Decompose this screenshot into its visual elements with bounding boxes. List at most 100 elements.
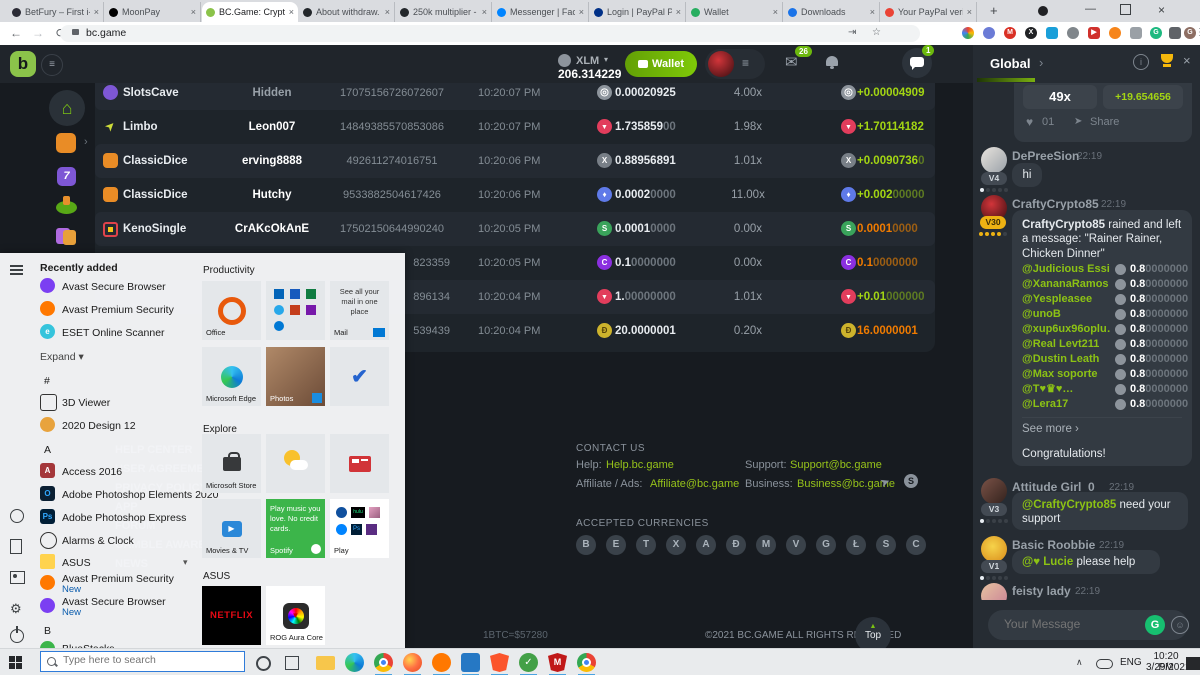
user-account-icon[interactable] bbox=[10, 509, 24, 523]
pictures-icon[interactable] bbox=[10, 571, 25, 584]
section-letter[interactable]: B bbox=[44, 625, 51, 637]
taskbar-search-box[interactable] bbox=[40, 651, 245, 672]
x-extension-icon[interactable]: X bbox=[1025, 27, 1037, 39]
kebab-menu-icon[interactable]: ⋮ bbox=[1195, 27, 1200, 38]
tab-search-icon[interactable] bbox=[1038, 6, 1048, 16]
menu-toggle-icon[interactable]: ≡ bbox=[41, 54, 63, 76]
user-avatar[interactable] bbox=[708, 51, 734, 77]
edge-icon[interactable] bbox=[345, 653, 364, 672]
new-tab-button[interactable]: + bbox=[990, 3, 998, 18]
red-m-extension-icon[interactable]: M bbox=[1004, 27, 1016, 39]
start-menu-item[interactable]: Access 2016 bbox=[62, 466, 122, 478]
lottery-icon[interactable] bbox=[56, 201, 77, 214]
rain-recipient[interactable]: @T♥♛♥… bbox=[1022, 382, 1073, 397]
start-menu-item[interactable]: 2020 Design 12 bbox=[62, 420, 136, 432]
url-text[interactable]: bc.game bbox=[86, 27, 126, 39]
documents-icon[interactable] bbox=[10, 539, 22, 554]
start-menu-item[interactable]: Adobe Photoshop Express bbox=[62, 512, 186, 524]
emoji-icon[interactable]: ☺ bbox=[1171, 616, 1189, 634]
tile-mail[interactable]: See all your mail in one place Mail bbox=[330, 281, 389, 340]
game-name[interactable]: Limbo bbox=[123, 110, 158, 144]
rain-recipient[interactable]: @Real Levt211 bbox=[1022, 337, 1099, 352]
tab-close-icon[interactable]: × bbox=[676, 7, 681, 17]
skype-icon[interactable]: S bbox=[904, 474, 918, 488]
tile-movies-tv[interactable]: ▶ Movies & TV bbox=[202, 499, 261, 558]
message-input[interactable] bbox=[1002, 616, 1136, 632]
tab-close-icon[interactable]: × bbox=[579, 7, 584, 17]
section-letter[interactable]: A bbox=[44, 444, 51, 456]
chat-username[interactable]: DePreeSion bbox=[1012, 149, 1079, 163]
mcafee-icon[interactable]: M bbox=[548, 653, 567, 672]
puzzle-extensions-icon[interactable] bbox=[1169, 27, 1181, 39]
rain-recipient[interactable]: @Judicious Essie bbox=[1022, 262, 1110, 277]
tile-news[interactable] bbox=[330, 434, 389, 493]
tab-global[interactable]: Global bbox=[990, 56, 1030, 71]
mention[interactable]: @♥ Lucie bbox=[1022, 556, 1073, 568]
avast-icon[interactable] bbox=[432, 653, 451, 672]
send-to-device-icon[interactable]: ⇥ bbox=[848, 27, 856, 38]
rain-recipient[interactable]: @XananaRamos bbox=[1022, 277, 1109, 292]
close-icon[interactable]: × bbox=[1183, 53, 1191, 68]
chrome-icon[interactable] bbox=[374, 653, 393, 672]
start-menu-item[interactable]: Adobe Photoshop Elements 2020 bbox=[62, 489, 218, 501]
window-maximize-button[interactable] bbox=[1120, 4, 1131, 15]
avatar[interactable] bbox=[981, 478, 1007, 504]
rain-recipient[interactable]: @xup6ux96oplu… bbox=[1022, 322, 1110, 337]
message-input-wrap[interactable]: G ☺ bbox=[988, 610, 1188, 640]
bookmark-star-icon[interactable]: ☆ bbox=[872, 27, 881, 38]
power-icon[interactable] bbox=[10, 629, 24, 643]
mail-icon[interactable]: ✉ bbox=[785, 53, 798, 71]
tab-close-icon[interactable]: × bbox=[191, 7, 196, 17]
game-name[interactable]: ClassicDice bbox=[123, 178, 188, 212]
browser-tab[interactable]: Downloads× bbox=[784, 2, 880, 22]
window-close-button[interactable]: × bbox=[1158, 3, 1165, 17]
profile-group[interactable]: ≡ bbox=[705, 49, 765, 79]
chat-username[interactable]: CraftyCrypto85 bbox=[1012, 197, 1099, 211]
bcgame-logo[interactable]: b bbox=[10, 51, 36, 77]
browser-tab[interactable]: About withdraw. | B× bbox=[299, 2, 395, 22]
browser-tab[interactable]: Messenger | Faceb× bbox=[493, 2, 589, 22]
tab-close-icon[interactable]: × bbox=[289, 7, 294, 17]
browser-tab-active[interactable]: BC.Game: Crypto C× bbox=[202, 2, 298, 22]
tab-close-icon[interactable]: × bbox=[967, 7, 972, 17]
browser-tab[interactable]: 250k multiplier - S× bbox=[396, 2, 492, 22]
chat-username[interactable]: feisty lady bbox=[1012, 584, 1071, 598]
avatar[interactable] bbox=[981, 147, 1007, 173]
clock-date[interactable]: 3/29/2021 bbox=[1146, 662, 1186, 673]
menu-expand-icon[interactable] bbox=[10, 263, 23, 277]
tile-office[interactable]: Office bbox=[202, 281, 261, 340]
task-view-icon[interactable] bbox=[285, 656, 299, 670]
tile-netflix[interactable]: NETFLIX bbox=[202, 586, 261, 645]
flower-extension-icon[interactable] bbox=[962, 27, 974, 39]
chrome-profile-icon[interactable] bbox=[577, 653, 596, 672]
section-letter[interactable]: # bbox=[44, 375, 50, 387]
file-explorer-icon[interactable] bbox=[316, 656, 335, 670]
chevron-down-icon[interactable]: ▾ bbox=[604, 55, 608, 64]
start-menu-item[interactable]: ESET Online Scanner bbox=[62, 327, 165, 339]
player-name[interactable]: Leon007 bbox=[212, 110, 332, 144]
coin-tip-icon[interactable]: G bbox=[1145, 615, 1165, 635]
start-button[interactable] bbox=[9, 656, 22, 669]
start-menu-item[interactable]: Avast Premium Security bbox=[62, 304, 174, 316]
support-link[interactable]: Support@bc.game bbox=[790, 459, 882, 471]
tile-photos[interactable]: Photos bbox=[266, 347, 325, 406]
firefox-icon[interactable] bbox=[403, 653, 422, 672]
start-menu-item[interactable]: 3D Viewer bbox=[62, 397, 110, 409]
home-icon[interactable]: ⌂ bbox=[49, 90, 85, 126]
player-name[interactable]: erving8888 bbox=[212, 144, 332, 178]
green-g-extension-icon[interactable]: G bbox=[1150, 27, 1162, 39]
pointer-extension-icon[interactable] bbox=[983, 27, 995, 39]
tab-close-icon[interactable]: × bbox=[773, 7, 778, 17]
cortana-icon[interactable] bbox=[256, 656, 271, 671]
green-shield-icon[interactable]: ✓ bbox=[519, 653, 538, 672]
table-row[interactable]: ClassicDice erving8888 492611274016751 1… bbox=[95, 144, 935, 178]
tile-office-apps[interactable] bbox=[266, 281, 325, 340]
tab-close-icon[interactable]: × bbox=[94, 7, 99, 17]
browser-tab[interactable]: Wallet× bbox=[687, 2, 783, 22]
mention[interactable]: @CraftyCrypto85 bbox=[1022, 499, 1116, 511]
gray-extension-icon[interactable] bbox=[1067, 27, 1079, 39]
notification-center-icon[interactable] bbox=[1186, 657, 1200, 670]
slots-icon[interactable]: 7 bbox=[57, 167, 76, 186]
rain-recipient[interactable]: @Yespleasee bbox=[1022, 292, 1092, 307]
tile-spotify[interactable]: Play music you love. No credit cards. Sp… bbox=[266, 499, 325, 558]
